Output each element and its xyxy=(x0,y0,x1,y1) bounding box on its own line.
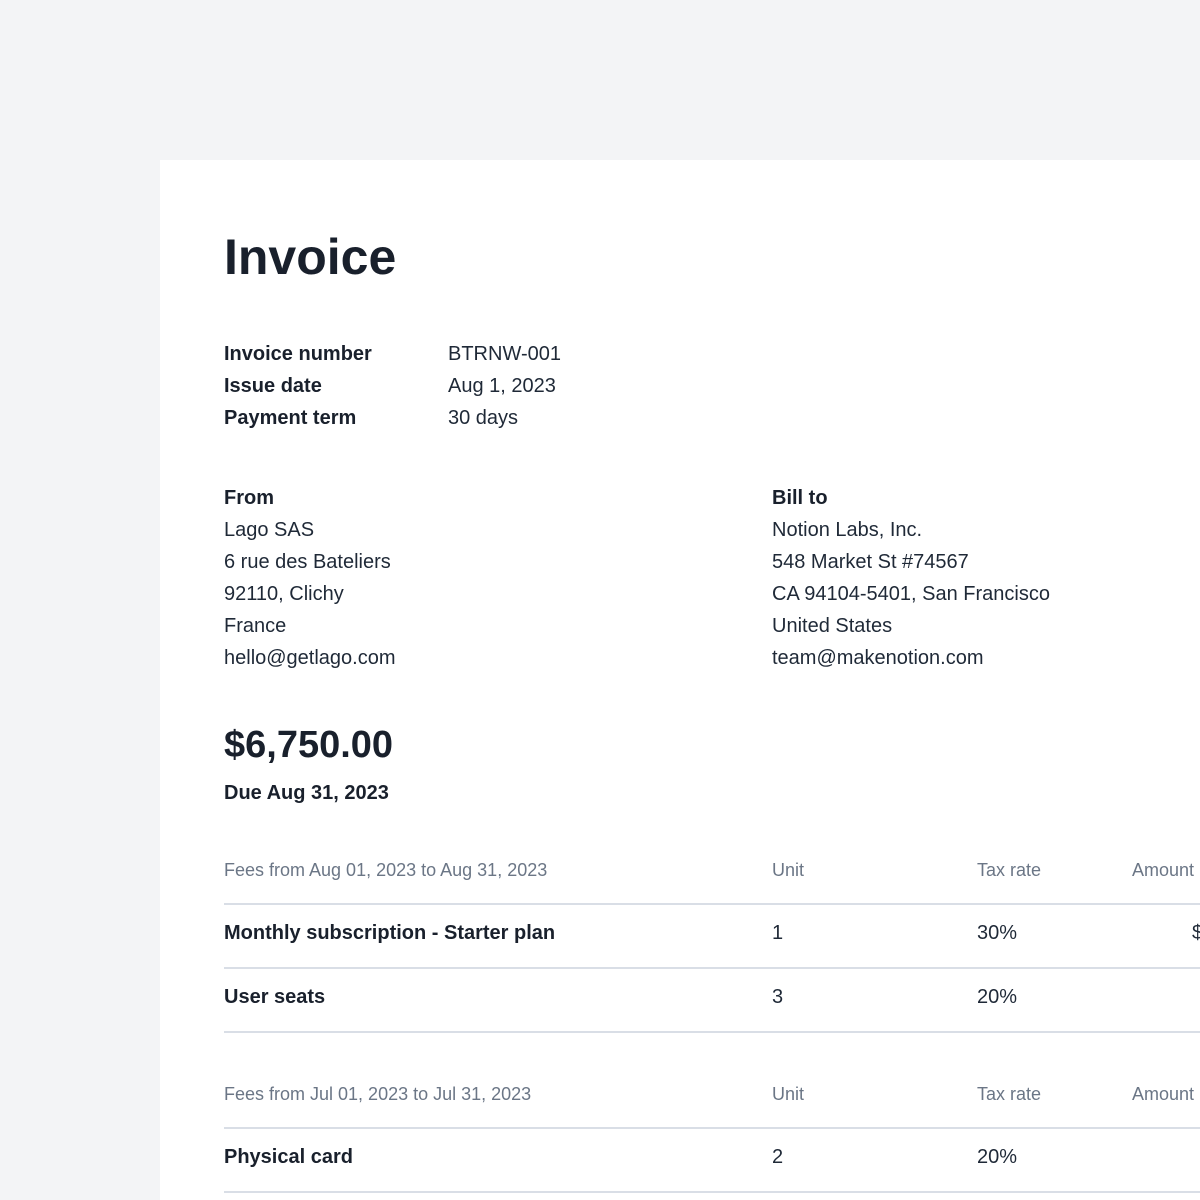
fee-period-header: Fees from Jul 01, 2023 to Jul 31, 2023 xyxy=(224,1084,532,1104)
amount-header: Amount xyxy=(1132,1084,1195,1104)
from-street: 6 rue des Bateliers xyxy=(224,551,391,573)
fee-tax-rate: 20% xyxy=(977,1146,1018,1168)
unit-header: Unit xyxy=(772,1084,805,1104)
bill-to-street: 548 Market St #74567 xyxy=(772,551,969,573)
fee-period-header: Fees from Aug 01, 2023 to Aug 31, 2023 xyxy=(224,860,548,880)
from-address: From Lago SAS 6 rue des Bateliers 92110,… xyxy=(224,482,396,674)
bill-to-country: United States xyxy=(772,615,893,637)
table-row: Monthly subscription - Starter plan 1 30… xyxy=(224,905,1200,969)
meta-row-issue-date: Issue date Aug 1, 2023 xyxy=(224,370,561,402)
fee-table-aug: Fees from Aug 01, 2023 to Aug 31, 2023 U… xyxy=(224,840,1200,1033)
bill-to-address: Bill to Notion Labs, Inc. 548 Market St … xyxy=(772,482,1050,674)
page-title: Invoice xyxy=(224,229,397,285)
meta-label: Issue date xyxy=(224,375,322,397)
fee-name: Physical card xyxy=(224,1146,353,1168)
from-country: France xyxy=(224,615,287,637)
invoice-meta: Invoice number BTRNW-001 Issue date Aug … xyxy=(224,338,561,434)
fee-tax-rate: 20% xyxy=(977,986,1018,1008)
from-city: 92110, Clichy xyxy=(224,583,344,605)
fee-name: Monthly subscription - Starter plan xyxy=(224,922,556,944)
table-row: User seats 3 20% xyxy=(224,969,1200,1033)
meta-value: BTRNW-001 xyxy=(448,343,561,365)
tax-rate-header: Tax rate xyxy=(977,1084,1042,1104)
from-company: Lago SAS xyxy=(224,519,315,541)
from-email: hello@getlago.com xyxy=(224,647,396,669)
meta-label: Payment term xyxy=(224,407,357,429)
fee-table-header: Fees from Aug 01, 2023 to Aug 31, 2023 U… xyxy=(224,840,1200,905)
meta-value: Aug 1, 2023 xyxy=(448,375,556,397)
invoice-sheet: Invoice Invoice number BTRNW-001 Issue d… xyxy=(160,160,1200,1200)
fee-unit: 2 xyxy=(772,1146,784,1168)
fee-unit: 1 xyxy=(772,922,784,944)
due-date: Due Aug 31, 2023 xyxy=(224,782,389,804)
unit-header: Unit xyxy=(772,860,805,880)
tax-rate-header: Tax rate xyxy=(977,860,1042,880)
from-label: From xyxy=(224,487,274,509)
fee-tax-rate: 30% xyxy=(977,922,1018,944)
bill-to-company: Notion Labs, Inc. xyxy=(772,519,923,541)
meta-row-invoice-number: Invoice number BTRNW-001 xyxy=(224,338,561,370)
fee-table-header: Fees from Jul 01, 2023 to Jul 31, 2023 U… xyxy=(224,1064,1200,1129)
meta-label: Invoice number xyxy=(224,343,372,365)
fee-unit: 3 xyxy=(772,986,784,1008)
bill-to-city: CA 94104-5401, San Francisco xyxy=(772,583,1050,605)
bill-to-email: team@makenotion.com xyxy=(772,647,984,669)
meta-row-payment-term: Payment term 30 days xyxy=(224,402,561,434)
total-amount: $6,750.00 xyxy=(224,724,394,766)
amount-header: Amount xyxy=(1132,860,1195,880)
bill-to-label: Bill to xyxy=(772,487,828,509)
fee-name: User seats xyxy=(224,986,326,1008)
fee-table-jul: Fees from Jul 01, 2023 to Jul 31, 2023 U… xyxy=(224,1064,1200,1193)
meta-value: 30 days xyxy=(448,407,519,429)
table-row: Physical card 2 20% xyxy=(224,1129,1200,1193)
fee-amount: $ xyxy=(1192,922,1200,944)
